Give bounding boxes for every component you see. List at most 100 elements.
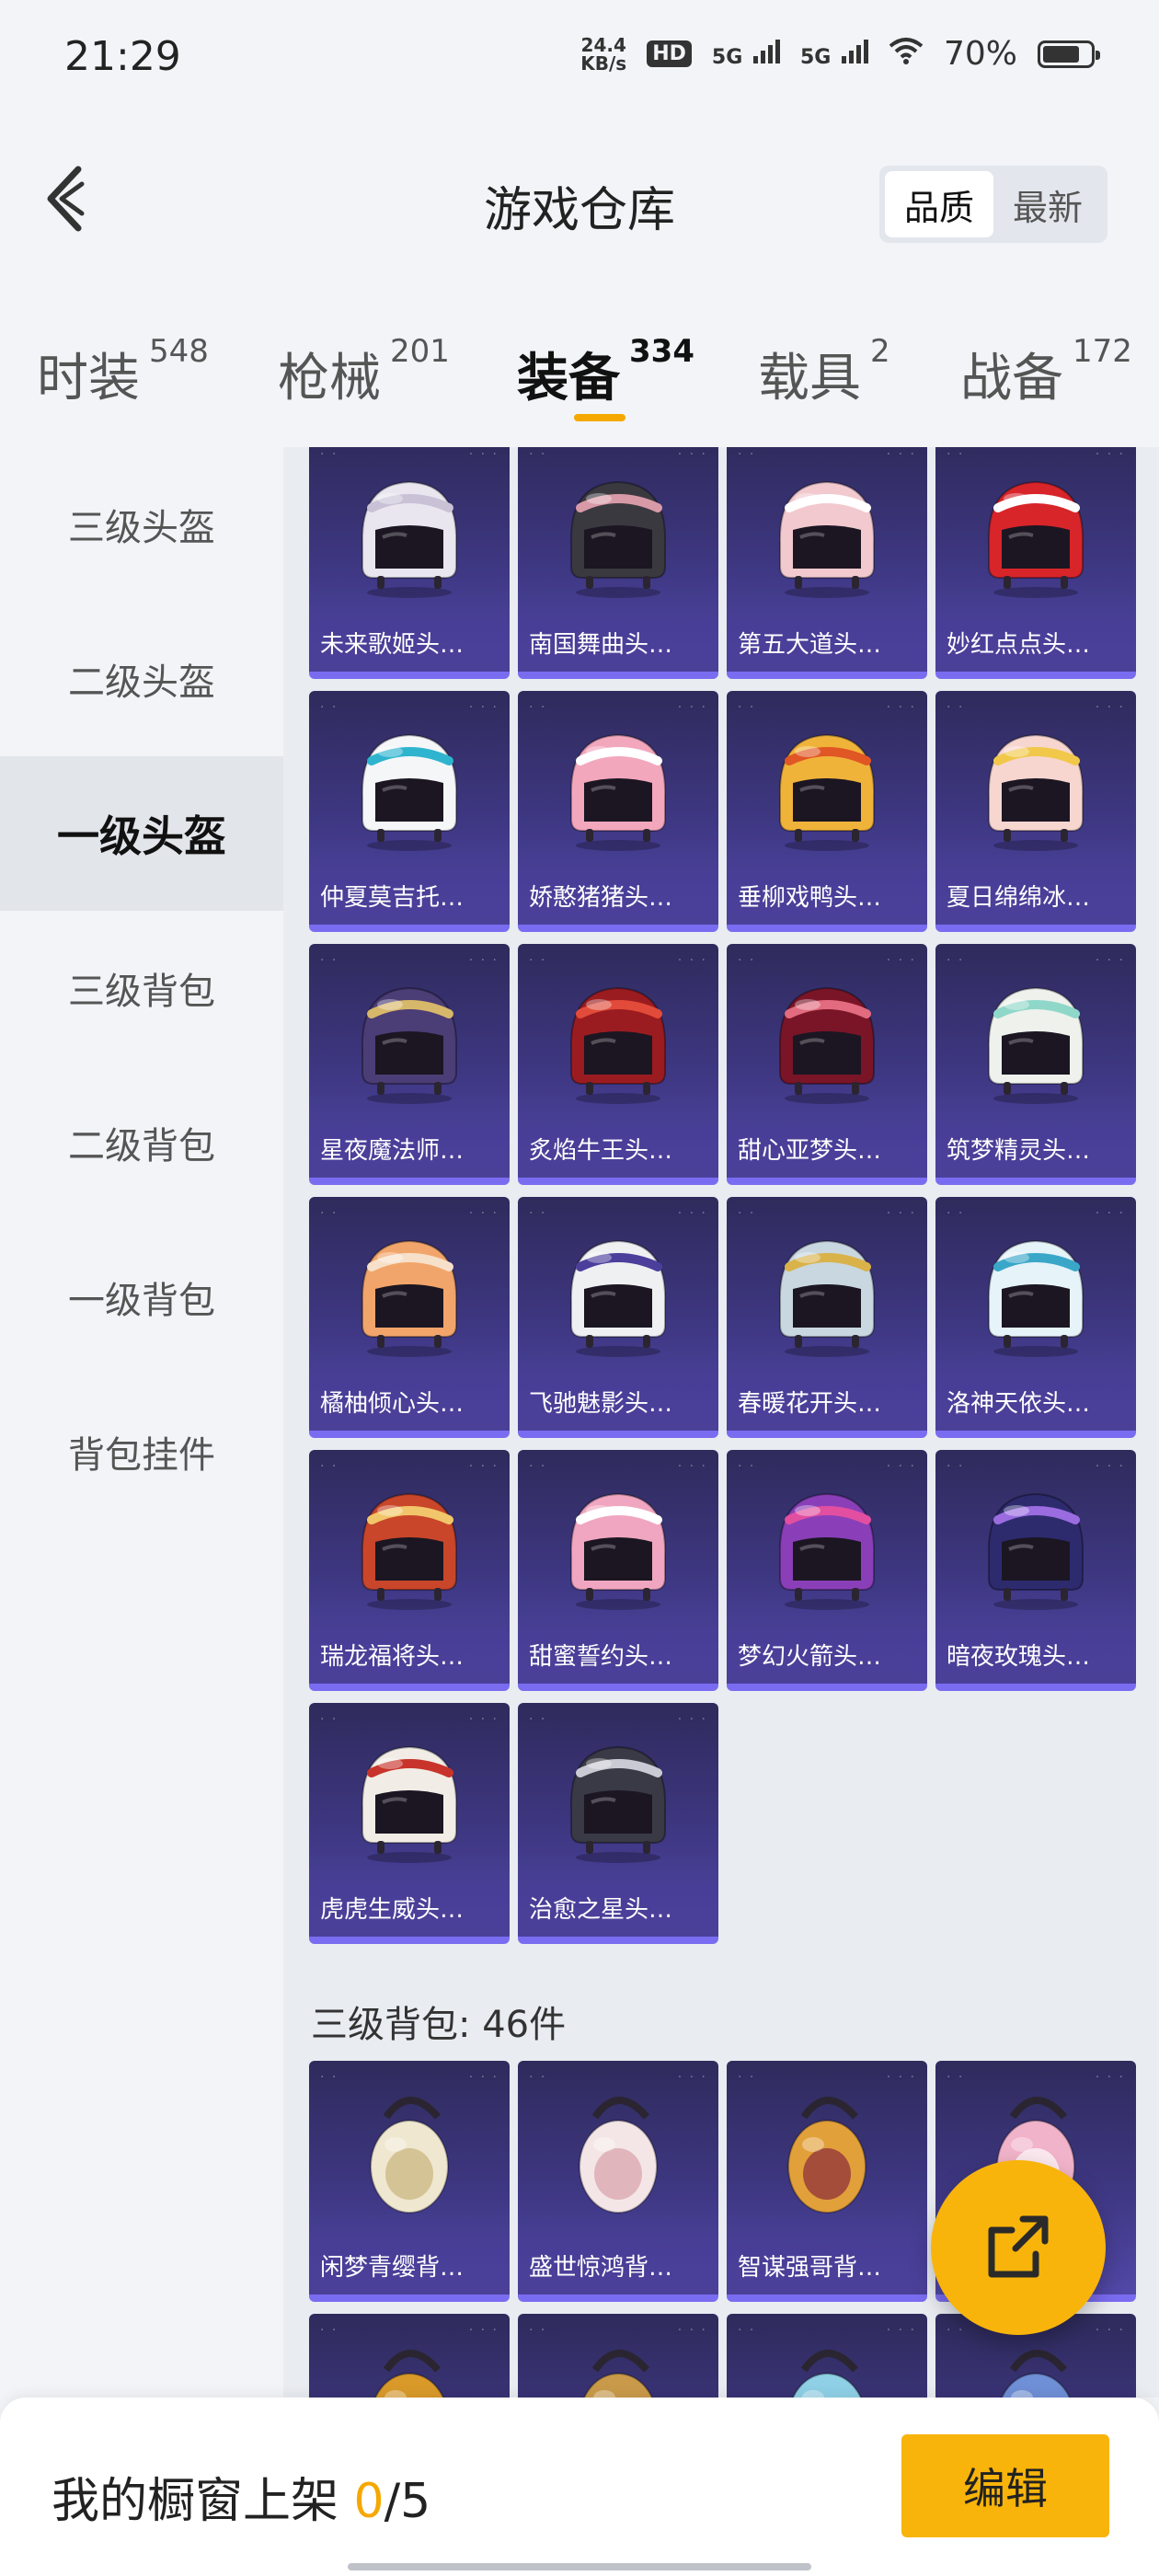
- item-card[interactable]: · · · · · 虎虎生威头…: [309, 1703, 510, 1944]
- tab-weapons[interactable]: 枪械 201: [278, 333, 450, 411]
- item-card[interactable]: · · · · · 梦幻火箭头…: [727, 1450, 927, 1691]
- helmet-image: [727, 1465, 927, 1630]
- item-name: 瑞龙福将头…: [309, 1630, 510, 1684]
- helmet-image: [935, 959, 1136, 1124]
- item-card[interactable]: · · · · · 仲夏莫吉托…: [309, 691, 510, 932]
- showcase-footer: 我的橱窗上架 0/5 编辑: [0, 2398, 1159, 2576]
- item-name: 甜蜜誓约头…: [518, 1630, 718, 1684]
- sidebar-item-level3-backpack[interactable]: 三级背包: [0, 911, 283, 1065]
- item-card[interactable]: · · · · · 瑞龙福将头…: [309, 1450, 510, 1691]
- item-card[interactable]: · · · · · 炙焰牛王头…: [518, 944, 718, 1185]
- item-card[interactable]: · · · · · 垂柳戏鸭头…: [727, 691, 927, 932]
- sidebar-item-level1-backpack[interactable]: 一级背包: [0, 1220, 283, 1374]
- item-card[interactable]: · · · · ·: [309, 2314, 510, 2398]
- sort-toggle: 品质 最新: [879, 166, 1107, 243]
- network-speed-value: 24.4: [580, 33, 626, 56]
- sort-option-quality[interactable]: 品质: [885, 171, 993, 237]
- tab-equipment[interactable]: 装备 334: [517, 333, 694, 411]
- tab-count: 201: [390, 333, 450, 370]
- helmet-grid: · · · · · 未来歌姬头… · · · · · 南国舞曲头… · · · · · 第五大道…: [309, 447, 1141, 1944]
- showcase-label: 我的橱窗上架: [52, 2474, 339, 2529]
- helmet-image: [309, 959, 510, 1124]
- helmet-image: [309, 453, 510, 618]
- tab-supplies[interactable]: 战备 172: [960, 333, 1132, 411]
- item-name: 飞驰魅影头…: [518, 1377, 718, 1431]
- sidebar-item-level2-helmet[interactable]: 二级头盔: [0, 602, 283, 756]
- tab-fashion[interactable]: 时装 548: [37, 333, 209, 411]
- tab-label: 时装: [37, 349, 140, 408]
- item-card[interactable]: · · · · · 洛神天依头…: [935, 1197, 1136, 1438]
- helmet-image: [309, 706, 510, 871]
- sidebar-item-level1-helmet[interactable]: 一级头盔: [0, 756, 283, 911]
- helmet-image: [518, 706, 718, 871]
- helmet-image: [518, 1465, 718, 1630]
- item-card[interactable]: · · · · · 南国舞曲头…: [518, 447, 718, 679]
- item-card[interactable]: · · · · · 夏日绵绵冰…: [935, 691, 1136, 932]
- item-card[interactable]: · · · · · 星夜魔法师…: [309, 944, 510, 1185]
- backpack-image: [935, 2329, 1136, 2398]
- item-card[interactable]: · · · · · 妙红点点头…: [935, 447, 1136, 679]
- item-name: 暗夜玫瑰头…: [935, 1630, 1136, 1684]
- battery-percent: 70%: [943, 35, 1017, 73]
- backpack-image: [518, 2076, 718, 2241]
- item-card[interactable]: · · · · · 甜蜜誓约头…: [518, 1450, 718, 1691]
- helmet-image: [309, 1718, 510, 1883]
- tab-vehicles[interactable]: 载具 2: [758, 333, 890, 411]
- item-name: 星夜魔法师…: [309, 1124, 510, 1178]
- item-card[interactable]: · · · · · 暗夜玫瑰头…: [935, 1450, 1136, 1691]
- item-card[interactable]: · · · · · 春暖花开头…: [727, 1197, 927, 1438]
- showcase-status: 我的橱窗上架 0/5: [52, 2462, 430, 2531]
- item-name: 治愈之星头…: [518, 1883, 718, 1937]
- helmet-image: [727, 706, 927, 871]
- backpack-image: [309, 2076, 510, 2241]
- item-card[interactable]: · · · · · 娇憨猪猪头…: [518, 691, 718, 932]
- helmet-image: [727, 453, 927, 618]
- item-card[interactable]: · · · · · 甜心亚梦头…: [727, 944, 927, 1185]
- helmet-image: [935, 706, 1136, 871]
- sidebar-item-level2-backpack[interactable]: 二级背包: [0, 1065, 283, 1220]
- item-name: 盛世惊鸿背…: [518, 2241, 718, 2294]
- item-card[interactable]: · · · · ·: [518, 2314, 718, 2398]
- status-bar: 21:29 24.4 KB/s HD 5G 5G 70%: [0, 0, 1159, 116]
- item-card[interactable]: · · · · · 筑梦精灵头…: [935, 944, 1136, 1185]
- signal-icon: 5G: [712, 39, 780, 69]
- backpack-image: [309, 2329, 510, 2398]
- sidebar-item-level3-helmet[interactable]: 三级头盔: [0, 447, 283, 602]
- network-speed-unit: KB/s: [580, 52, 627, 75]
- item-name: 智谋强哥背…: [727, 2241, 927, 2294]
- item-content: · · · · · 未来歌姬头… · · · · · 南国舞曲头… · · · · · 第五大道…: [283, 447, 1159, 2398]
- sidebar-item-backpack-charm[interactable]: 背包挂件: [0, 1374, 283, 1529]
- status-icons: 24.4 KB/s HD 5G 5G 70%: [580, 33, 1100, 75]
- battery-icon: [1038, 40, 1100, 68]
- item-card[interactable]: · · · · · 橘柚倾心头…: [309, 1197, 510, 1438]
- edit-button[interactable]: 编辑: [901, 2434, 1109, 2537]
- item-name: 仲夏莫吉托…: [309, 871, 510, 925]
- item-card[interactable]: · · · · · 智谋强哥背…: [727, 2061, 927, 2302]
- tab-label: 装备: [517, 349, 620, 408]
- item-name: 橘柚倾心头…: [309, 1377, 510, 1431]
- showcase-count: 0: [353, 2474, 384, 2529]
- item-card[interactable]: · · · · · 盛世惊鸿背…: [518, 2061, 718, 2302]
- helmet-image: [309, 1212, 510, 1377]
- helmet-image: [518, 1718, 718, 1883]
- item-card[interactable]: · · · · ·: [727, 2314, 927, 2398]
- external-link-icon: [988, 2215, 1049, 2278]
- item-name: 甜心亚梦头…: [727, 1124, 927, 1178]
- backpack-image: [727, 2329, 927, 2398]
- helmet-image: [727, 959, 927, 1124]
- share-button[interactable]: [931, 2160, 1106, 2335]
- item-card[interactable]: · · · · · 未来歌姬头…: [309, 447, 510, 679]
- item-card[interactable]: · · · · · 飞驰魅影头…: [518, 1197, 718, 1438]
- item-card[interactable]: · · · · · 治愈之星头…: [518, 1703, 718, 1944]
- item-name: 第五大道头…: [727, 618, 927, 672]
- item-card[interactable]: · · · · · 闲梦青缨背…: [309, 2061, 510, 2302]
- item-card[interactable]: · · · · · 第五大道头…: [727, 447, 927, 679]
- item-name: 虎虎生威头…: [309, 1883, 510, 1937]
- tab-count: 2: [870, 333, 890, 370]
- sort-option-newest[interactable]: 最新: [993, 171, 1102, 237]
- item-name: 梦幻火箭头…: [727, 1630, 927, 1684]
- tab-label: 战备: [960, 349, 1063, 408]
- home-indicator: [348, 2563, 811, 2570]
- tab-count: 172: [1073, 333, 1132, 370]
- backpack-image: [727, 2076, 927, 2241]
